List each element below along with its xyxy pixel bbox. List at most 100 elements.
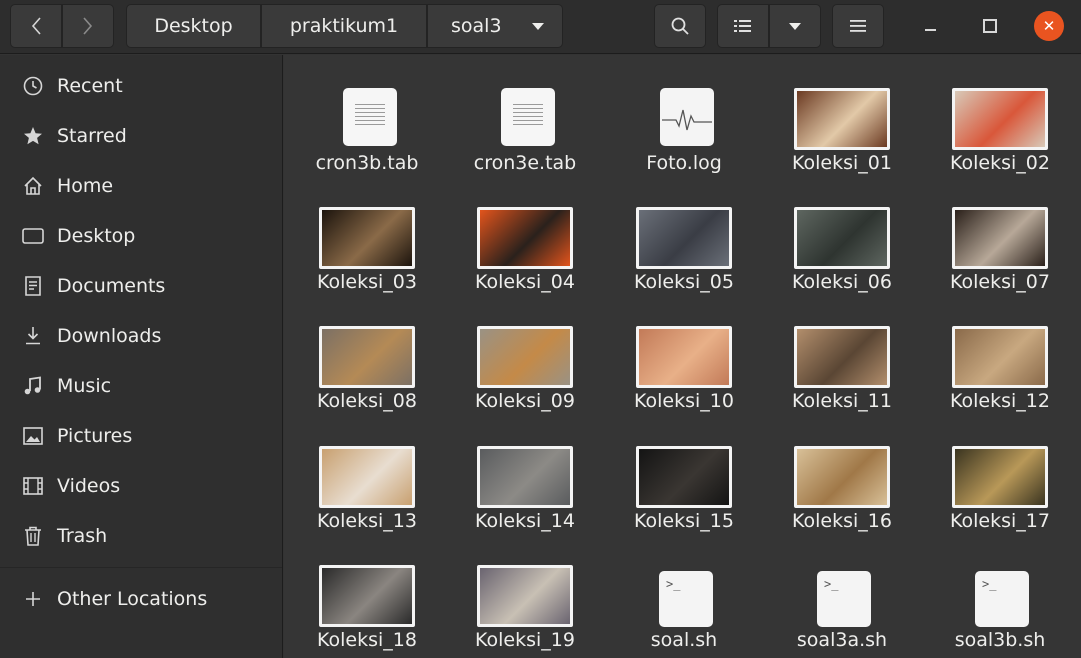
main-menu-button[interactable] [832,4,884,48]
terminal-prompt: >_ [824,577,839,591]
file-item[interactable]: Koleksi_04 [450,207,600,325]
file-item[interactable]: Koleksi_05 [609,207,759,325]
trash-icon [20,523,46,549]
file-item[interactable]: Koleksi_02 [925,88,1075,206]
sidebar-item-other-locations[interactable]: Other Locations [0,574,282,624]
image-thumbnail [319,446,415,508]
file-item[interactable]: Koleksi_12 [925,326,1075,444]
file-item[interactable]: Koleksi_19 [450,565,600,658]
breadcrumb-label: soal3 [451,15,502,37]
image-thumbnail [477,446,573,508]
hamburger-icon [850,20,866,32]
file-item[interactable]: cron3b.tab [292,88,442,206]
sidebar-separator [0,567,282,568]
file-item[interactable]: Koleksi_11 [767,326,917,444]
file-name: Koleksi_13 [317,510,417,532]
file-name: Koleksi_18 [317,629,417,651]
plus-icon [20,586,46,612]
sidebar-item-label: Recent [57,75,123,97]
sidebar-item-music[interactable]: Music [0,361,282,411]
chevron-down-icon [532,23,544,30]
image-thumbnail [794,446,890,508]
sidebar-item-home[interactable]: Home [0,161,282,211]
sidebar-item-pictures[interactable]: Pictures [0,411,282,461]
image-thumbnail [477,565,573,627]
star-icon [20,123,46,149]
sidebar-item-label: Music [57,375,112,397]
maximize-button[interactable] [974,10,1006,42]
downloads-icon [20,323,46,349]
pictures-icon [20,423,46,449]
file-name: Koleksi_19 [475,629,575,651]
file-name: Koleksi_15 [634,510,734,532]
file-item[interactable]: Koleksi_06 [767,207,917,325]
image-thumbnail [952,207,1048,269]
home-icon [20,173,46,199]
sidebar-item-starred[interactable]: Starred [0,111,282,161]
file-name: Koleksi_04 [475,271,575,293]
view-options-button[interactable] [769,4,821,48]
chevron-left-icon [31,17,41,35]
file-item[interactable]: >_ soal3b.sh [925,565,1075,658]
file-item[interactable]: cron3e.tab [450,88,600,206]
sidebar-item-videos[interactable]: Videos [0,461,282,511]
sidebar-item-label: Pictures [57,425,133,447]
sidebar-item-downloads[interactable]: Downloads [0,311,282,361]
file-item[interactable]: Koleksi_10 [609,326,759,444]
text-file-icon [501,88,555,146]
file-name: Koleksi_09 [475,390,575,412]
sidebar-item-recent[interactable]: Recent [0,61,282,111]
file-name: Koleksi_06 [792,271,892,293]
sidebar-item-trash[interactable]: Trash [0,511,282,561]
forward-button[interactable] [62,4,114,48]
breadcrumb-soal3[interactable]: soal3 [427,4,563,48]
search-icon [671,17,689,35]
chevron-down-icon [789,22,801,30]
file-item[interactable]: Koleksi_14 [450,446,600,564]
file-name: Koleksi_08 [317,390,417,412]
file-item[interactable]: Koleksi_13 [292,446,442,564]
breadcrumb-praktikum1[interactable]: praktikum1 [261,4,427,48]
script-file-icon: >_ [975,571,1029,627]
image-thumbnail [636,207,732,269]
file-item[interactable]: Koleksi_17 [925,446,1075,564]
close-button[interactable]: ✕ [1034,11,1064,41]
image-thumbnail [636,446,732,508]
file-name: Koleksi_12 [950,390,1050,412]
image-thumbnail [794,207,890,269]
minimize-button[interactable] [914,10,946,42]
breadcrumb-desktop[interactable]: Desktop [126,4,261,48]
file-item[interactable]: Koleksi_07 [925,207,1075,325]
file-item[interactable]: Koleksi_01 [767,88,917,206]
header-bar: Desktop praktikum1 soal3 ✕ [0,0,1081,54]
list-view-button[interactable] [717,4,769,48]
file-grid: cron3b.tab cron3e.tab Foto.log Koleksi_01 Ko… [284,55,1081,658]
file-item[interactable]: Foto.log [609,88,759,206]
sidebar-item-desktop[interactable]: Desktop [0,211,282,261]
sidebar-item-documents[interactable]: Documents [0,261,282,311]
file-name: Koleksi_03 [317,271,417,293]
file-item[interactable]: Koleksi_16 [767,446,917,564]
file-item[interactable]: Koleksi_18 [292,565,442,658]
file-item[interactable]: >_ soal.sh [609,565,759,658]
music-icon [20,373,46,399]
videos-icon [20,473,46,499]
back-button[interactable] [10,4,62,48]
sidebar-item-label: Trash [57,525,108,547]
terminal-prompt: >_ [666,577,681,591]
script-file-icon: >_ [659,571,713,627]
file-item[interactable]: Koleksi_15 [609,446,759,564]
search-button[interactable] [654,4,706,48]
file-item[interactable]: Koleksi_09 [450,326,600,444]
breadcrumb-label: praktikum1 [289,15,399,37]
file-name: Koleksi_01 [792,152,892,174]
file-item[interactable]: Koleksi_08 [292,326,442,444]
image-thumbnail [319,326,415,388]
terminal-prompt: >_ [982,577,997,591]
file-name: Koleksi_14 [475,510,575,532]
image-thumbnail [952,446,1048,508]
text-file-icon [343,88,397,146]
file-item[interactable]: >_ soal3a.sh [767,565,917,658]
file-item[interactable]: Koleksi_03 [292,207,442,325]
image-thumbnail [319,565,415,627]
